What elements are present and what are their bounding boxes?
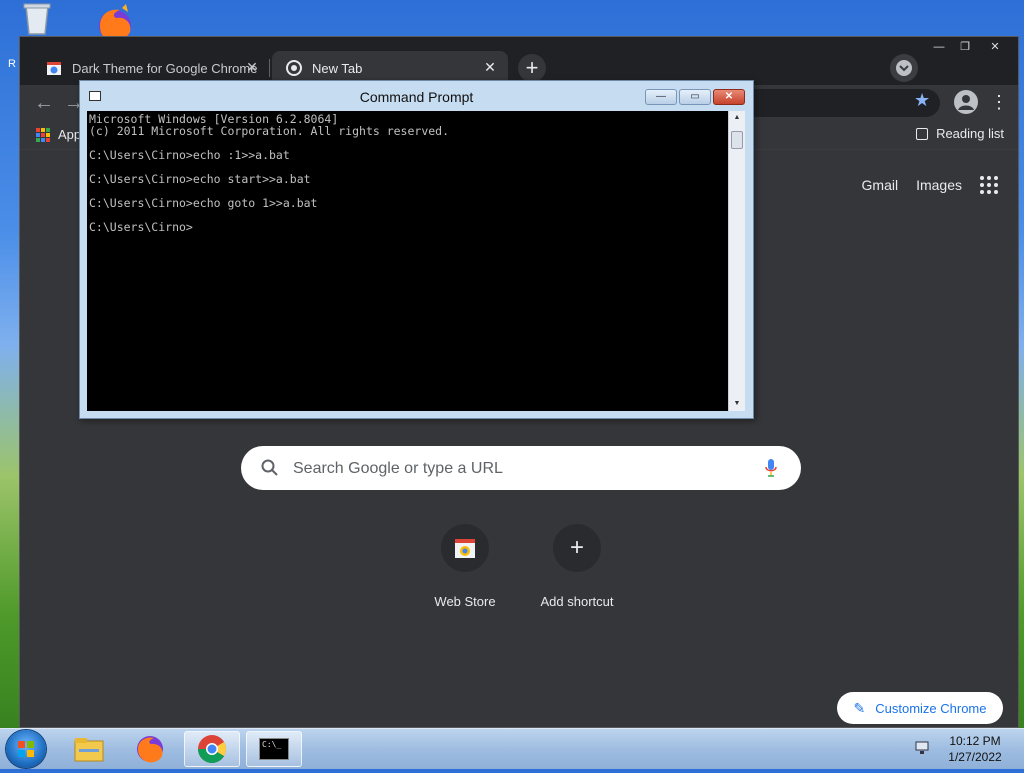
- console-output[interactable]: Microsoft Windows [Version 6.2.8064] (c)…: [87, 111, 728, 411]
- tab-search-button[interactable]: [890, 54, 918, 82]
- reading-list-button[interactable]: Reading list: [916, 126, 1004, 141]
- tab-strip: Dark Theme for Google Chrome ✕ New Tab ✕…: [20, 37, 1018, 85]
- chrome-menu-button[interactable]: ⋮: [990, 90, 1008, 114]
- close-window-button[interactable]: ✕: [982, 39, 1008, 55]
- shortcut-label: Add shortcut: [540, 594, 614, 609]
- chrome-icon: [198, 735, 226, 763]
- scroll-thumb[interactable]: [731, 131, 743, 149]
- cmd-icon-glyph: C:\_: [262, 740, 282, 749]
- new-tab-button[interactable]: +: [518, 54, 546, 82]
- web-store-favicon-icon: [47, 62, 61, 75]
- desktop-label-fragment: R: [8, 58, 16, 70]
- search-input[interactable]: [291, 446, 755, 492]
- pencil-icon: ✎: [853, 699, 866, 716]
- tab-close-icon[interactable]: ✕: [244, 59, 260, 75]
- minimize-button[interactable]: —: [926, 39, 952, 55]
- customize-label: Customize Chrome: [875, 700, 987, 716]
- taskbar-firefox[interactable]: [122, 731, 178, 767]
- profile-avatar[interactable]: [954, 90, 978, 114]
- search-icon: [261, 459, 278, 476]
- tab-separator: [269, 59, 270, 77]
- cmd-maximize-button[interactable]: ▭: [679, 89, 711, 105]
- gmail-link[interactable]: Gmail: [862, 177, 899, 193]
- back-button[interactable]: ←: [32, 91, 56, 115]
- reading-list-icon: [916, 127, 929, 140]
- shortcut-label: Web Store: [434, 594, 496, 609]
- command-prompt-window: Command Prompt — ▭ ✕ Microsoft Windows […: [79, 80, 754, 419]
- tab-close-icon[interactable]: ✕: [482, 59, 498, 75]
- images-link[interactable]: Images: [916, 177, 962, 193]
- scroll-down-icon[interactable]: ▼: [729, 397, 745, 411]
- tab-title: Dark Theme for Google Chrome: [72, 60, 258, 76]
- bookmark-star-icon[interactable]: ★: [914, 90, 930, 111]
- tab-title: New Tab: [312, 60, 363, 76]
- plus-icon: +: [569, 534, 584, 561]
- explorer-icon: [74, 738, 104, 762]
- start-button[interactable]: [6, 730, 46, 768]
- shortcut-tile: [441, 524, 489, 572]
- shortcut-web-store[interactable]: Web Store: [409, 524, 521, 609]
- restore-button[interactable]: ❐: [952, 39, 978, 55]
- apps-grid-icon: [36, 127, 50, 142]
- top-links: Gmail Images: [862, 176, 998, 194]
- system-clock[interactable]: 10:12 PM 1/27/2022: [940, 733, 1010, 765]
- scroll-up-icon[interactable]: ▲: [729, 111, 745, 125]
- network-icon[interactable]: [914, 741, 930, 755]
- search-box[interactable]: [241, 446, 801, 492]
- web-store-icon: [455, 539, 475, 558]
- firefox-icon: [137, 736, 163, 763]
- console-text: Microsoft Windows [Version 6.2.8064] (c)…: [89, 112, 450, 234]
- customize-chrome-button[interactable]: ✎ Customize Chrome: [837, 692, 1003, 724]
- windows-logo-icon: [18, 741, 34, 757]
- taskbar-cmd[interactable]: C:\_: [246, 731, 302, 767]
- cmd-close-button[interactable]: ✕: [713, 89, 745, 105]
- cmd-icon: C:\_: [259, 738, 289, 760]
- shortcut-tile: +: [553, 524, 601, 572]
- cmd-title-bar[interactable]: Command Prompt — ▭ ✕: [80, 81, 753, 111]
- recycle-bin-icon[interactable]: [18, 2, 56, 36]
- taskbar: C:\_ 10:12 PM 1/27/2022: [0, 728, 1024, 769]
- taskbar-chrome[interactable]: [184, 731, 240, 767]
- person-icon: [958, 95, 974, 110]
- taskbar-explorer[interactable]: [61, 731, 117, 767]
- clock-date: 1/27/2022: [948, 750, 1002, 764]
- reading-list-label: Reading list: [936, 126, 1004, 141]
- shortcut-add[interactable]: + Add shortcut: [521, 524, 633, 609]
- chrome-favicon-icon: [286, 60, 302, 76]
- microphone-icon[interactable]: [763, 457, 779, 479]
- clock-time: 10:12 PM: [949, 734, 1001, 748]
- cmd-scrollbar[interactable]: ▲ ▼: [728, 111, 745, 411]
- google-apps-icon[interactable]: [980, 176, 998, 194]
- cmd-minimize-button[interactable]: —: [645, 89, 677, 105]
- chevron-down-icon: [896, 60, 912, 76]
